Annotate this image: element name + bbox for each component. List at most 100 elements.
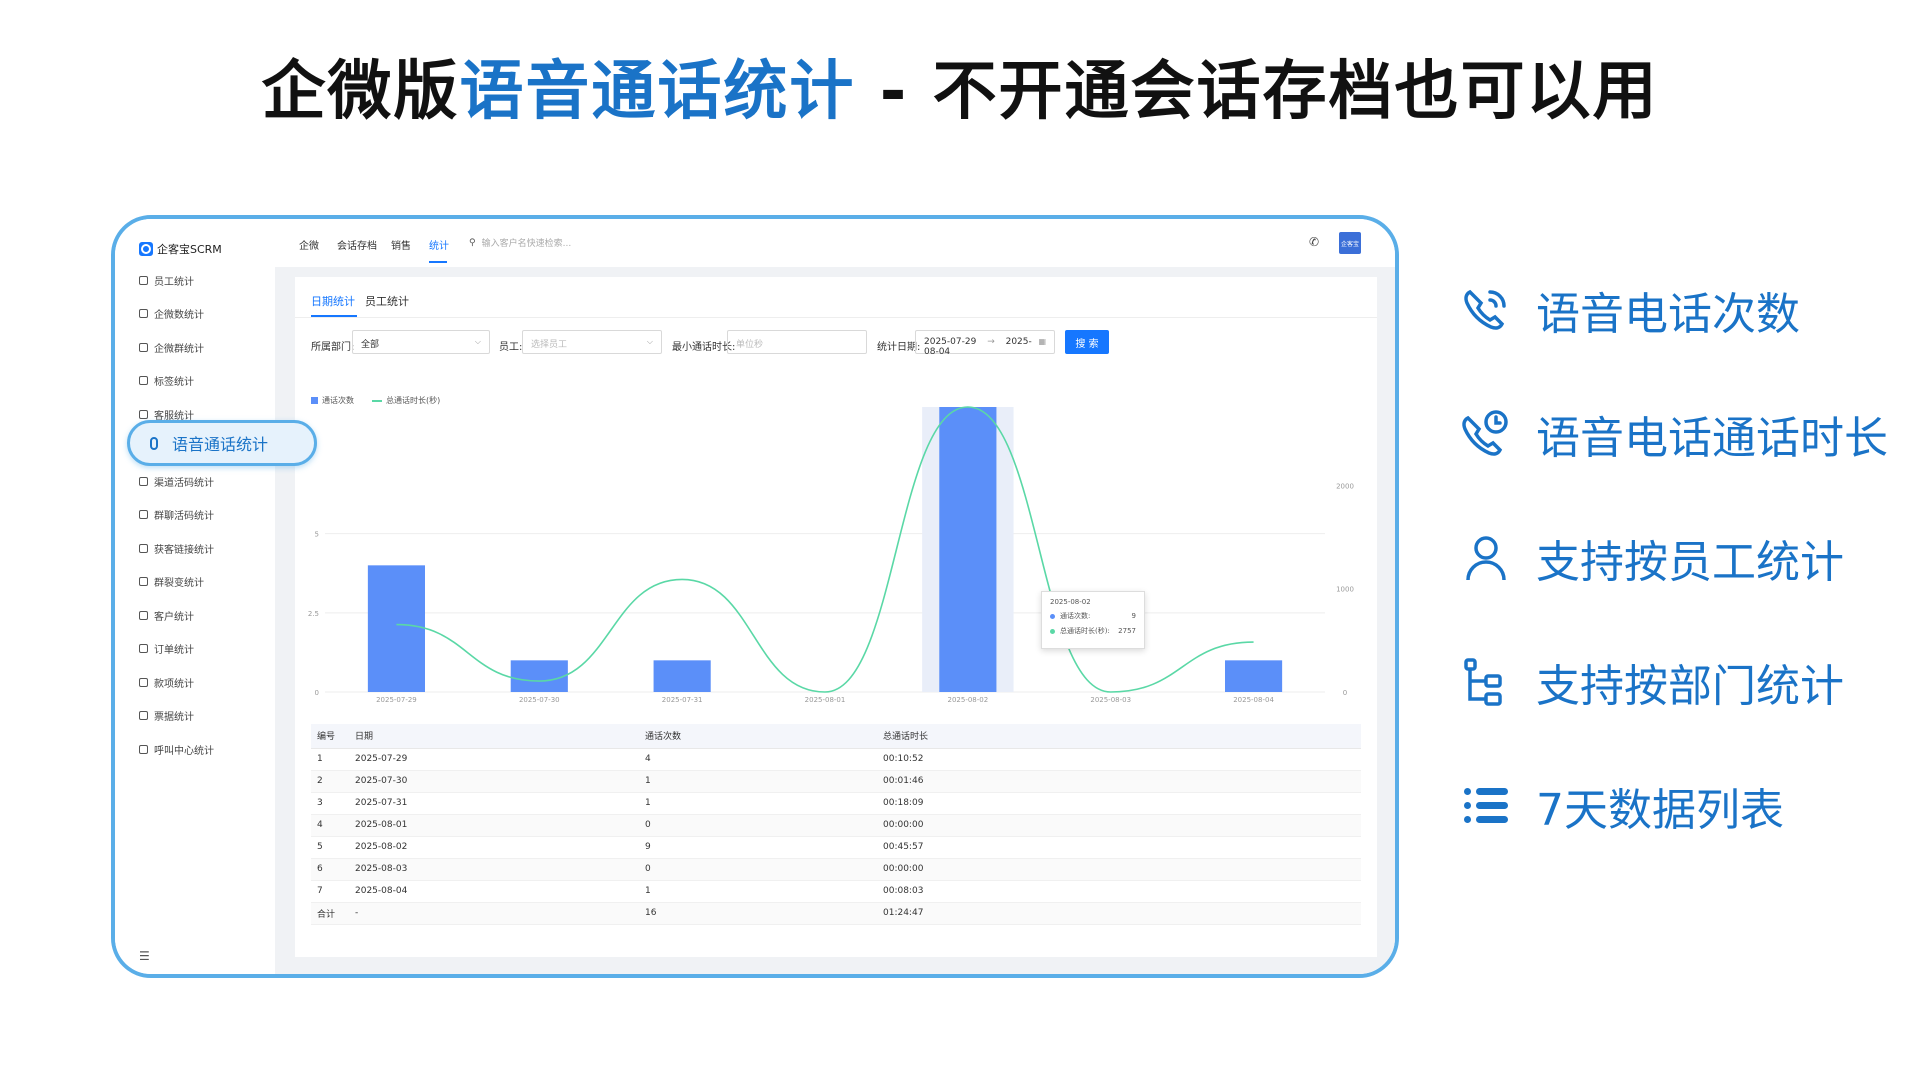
phone-icon[interactable]: ✆ bbox=[1309, 235, 1319, 249]
tooltip-count-label: 通话次数: bbox=[1060, 612, 1091, 620]
headline-part1: 企微版 bbox=[261, 55, 460, 129]
app-screenshot-card: 企客宝SCRM 员工统计企微数统计企微群统计标签统计客服统计语音通话统计渠道活码… bbox=[111, 215, 1399, 978]
table-row: 5 2025-08-02 9 00:45:57 bbox=[311, 836, 1361, 859]
sidebar-item-label: 票据统计 bbox=[154, 712, 194, 723]
table-cell: 00:10:52 bbox=[877, 748, 1361, 771]
sidebar-item-icon bbox=[139, 610, 148, 620]
highlight-label: 语音通话统计 bbox=[172, 435, 269, 454]
highlight-voice-call-stats[interactable]: 语音通话统计 bbox=[127, 420, 317, 466]
sidebar-item[interactable]: 企微数统计 bbox=[139, 305, 204, 323]
tooltip-date: 2025-08-02 bbox=[1050, 598, 1091, 606]
y-right-tick-label: 2000 bbox=[1336, 482, 1354, 490]
table-cell: 0 bbox=[639, 814, 877, 837]
table-row: 合计 -16 01:24:47 bbox=[311, 902, 1361, 925]
app-logo[interactable]: 企客宝SCRM bbox=[139, 241, 222, 257]
feature-label: 语音电话通话时长 bbox=[1536, 413, 1888, 464]
sidebar-item[interactable]: 订单统计 bbox=[139, 640, 194, 658]
sidebar-item-label: 标签统计 bbox=[154, 377, 194, 388]
sidebar-item-label: 企微群统计 bbox=[154, 343, 204, 355]
y-right-tick-label: 1000 bbox=[1336, 586, 1354, 594]
x-tick-label: 2025-08-02 bbox=[948, 696, 989, 704]
sidebar-item[interactable]: 渠道活码统计 bbox=[139, 472, 214, 490]
table-cell: 00:00:00 bbox=[877, 858, 1361, 881]
sidebar-item-icon bbox=[139, 376, 148, 385]
table-header[interactable]: 日期 bbox=[349, 724, 639, 749]
stats-table: 编号 日期 通话次数 总通话时长 1 2025-07-29 4 00:10:52 2 20… bbox=[311, 724, 1361, 925]
sidebar-item[interactable]: 票据统计 bbox=[139, 707, 194, 725]
tooltip-bar-dot bbox=[1050, 613, 1055, 619]
tooltip-line-dot bbox=[1050, 628, 1055, 634]
tooltip-duration-value: 2757 bbox=[1118, 627, 1136, 635]
x-tick-label: 2025-07-30 bbox=[519, 696, 560, 704]
phone-clock-icon bbox=[1460, 408, 1512, 460]
table-cell: 4 bbox=[311, 814, 349, 837]
table-cell: 2025-08-04 bbox=[349, 880, 639, 903]
feature-7-day-list: 7天数据列表 bbox=[1460, 774, 1784, 838]
sidebar-item[interactable]: 群裂变统计 bbox=[139, 573, 204, 591]
search-placeholder: 输入客户名快速检索... bbox=[481, 239, 572, 249]
x-tick-label: 2025-07-31 bbox=[662, 696, 703, 704]
headline-part2: - 不开通会话存档也可以用 bbox=[855, 55, 1659, 129]
table-cell: 4 bbox=[639, 748, 877, 771]
feature-call-count: 语音电话次数 bbox=[1460, 278, 1800, 342]
page-headline: 企微版语音通话统计 - 不开通会话存档也可以用 bbox=[0, 40, 1920, 132]
sidebar-item[interactable]: 企微群统计 bbox=[139, 338, 204, 356]
table-cell: 00:45:57 bbox=[877, 836, 1361, 859]
table-cell: 2025-08-01 bbox=[349, 814, 639, 837]
headline-highlight: 语音通话统计 bbox=[459, 55, 856, 129]
table-cell: 1 bbox=[639, 792, 877, 815]
sidebar-item-label: 群裂变统计 bbox=[154, 578, 204, 589]
sidebar-item-label: 获客链接统计 bbox=[154, 544, 214, 556]
logo-icon bbox=[139, 242, 153, 256]
nav-item-sales[interactable]: 销售 bbox=[391, 237, 411, 252]
table-row: 4 2025-08-01 0 00:00:00 bbox=[311, 814, 1361, 837]
sidebar-item-icon bbox=[139, 309, 148, 318]
table-header[interactable]: 通话次数 bbox=[639, 724, 877, 749]
table-cell: 2 bbox=[311, 770, 349, 793]
feature-by-department: 支持按部门统计 bbox=[1460, 650, 1844, 714]
microphone-icon bbox=[150, 436, 158, 450]
sidebar-item[interactable]: 群聊活码统计 bbox=[139, 506, 214, 524]
sidebar-item[interactable]: 款项统计 bbox=[139, 673, 194, 691]
sidebar-item-label: 款项统计 bbox=[154, 678, 194, 690]
sidebar-item[interactable]: 标签统计 bbox=[139, 372, 194, 390]
sidebar-item[interactable]: 获客链接统计 bbox=[139, 539, 214, 557]
stats-panel: 日期统计 员工统计 所属部门: 全部 ⌵ 员工: 选择员工 ⌵ 最小通话时长: … bbox=[295, 277, 1377, 957]
bar bbox=[939, 407, 997, 692]
collapse-menu-icon[interactable]: ☰ bbox=[139, 949, 150, 963]
combo-chart: 0 2.5 5 0 1000 2000 2025-07-29 2025-07-30 2025-0… bbox=[308, 406, 1354, 704]
nav-item-archive[interactable]: 会话存档 bbox=[337, 237, 377, 252]
sidebar-item-icon bbox=[139, 275, 148, 285]
x-tick-label: 2025-08-04 bbox=[1233, 696, 1274, 704]
table-cell: 5 bbox=[311, 836, 349, 859]
table-row: 7 2025-08-04 1 00:08:03 bbox=[311, 880, 1361, 903]
bar bbox=[1225, 660, 1283, 692]
table-cell: 9 bbox=[639, 836, 877, 859]
table-header-row: 编号 日期 通话次数 总通话时长 bbox=[311, 724, 1361, 749]
sidebar-item-icon bbox=[139, 543, 148, 553]
table-header[interactable]: 编号 bbox=[311, 724, 349, 749]
sidebar-item[interactable]: 员工统计 bbox=[139, 271, 194, 289]
avatar[interactable]: 企客宝 bbox=[1339, 232, 1361, 254]
sidebar-item-label: 渠道活码统计 bbox=[154, 477, 214, 489]
table-cell: 2025-07-30 bbox=[349, 770, 639, 793]
table-row: 3 2025-07-31 1 00:18:09 bbox=[311, 792, 1361, 815]
sidebar-item-icon bbox=[139, 711, 148, 720]
nav-item-stats[interactable]: 统计 bbox=[429, 237, 449, 252]
nav-item-qiwei[interactable]: 企微 bbox=[299, 237, 319, 252]
nav-search[interactable]: ⚲ 输入客户名快速检索... bbox=[469, 236, 572, 250]
sidebar-item[interactable]: 客户统计 bbox=[139, 606, 194, 624]
y-left-tick-label: 0 bbox=[315, 689, 319, 697]
logo-text: 企客宝SCRM bbox=[157, 243, 222, 256]
table-cell: 7 bbox=[311, 880, 349, 903]
table-cell: 合计 bbox=[311, 902, 349, 925]
feature-label: 支持按员工统计 bbox=[1536, 537, 1844, 588]
table-cell: 2025-08-03 bbox=[349, 858, 639, 881]
table-header[interactable]: 总通话时长 bbox=[877, 724, 1361, 749]
sidebar-item-label: 客户统计 bbox=[154, 611, 194, 623]
table-cell: 1 bbox=[639, 880, 877, 903]
feature-by-staff: 支持按员工统计 bbox=[1460, 526, 1844, 590]
table-cell: 01:24:47 bbox=[877, 902, 1361, 925]
feature-label: 7天数据列表 bbox=[1536, 785, 1784, 836]
sidebar-item[interactable]: 呼叫中心统计 bbox=[139, 740, 214, 758]
